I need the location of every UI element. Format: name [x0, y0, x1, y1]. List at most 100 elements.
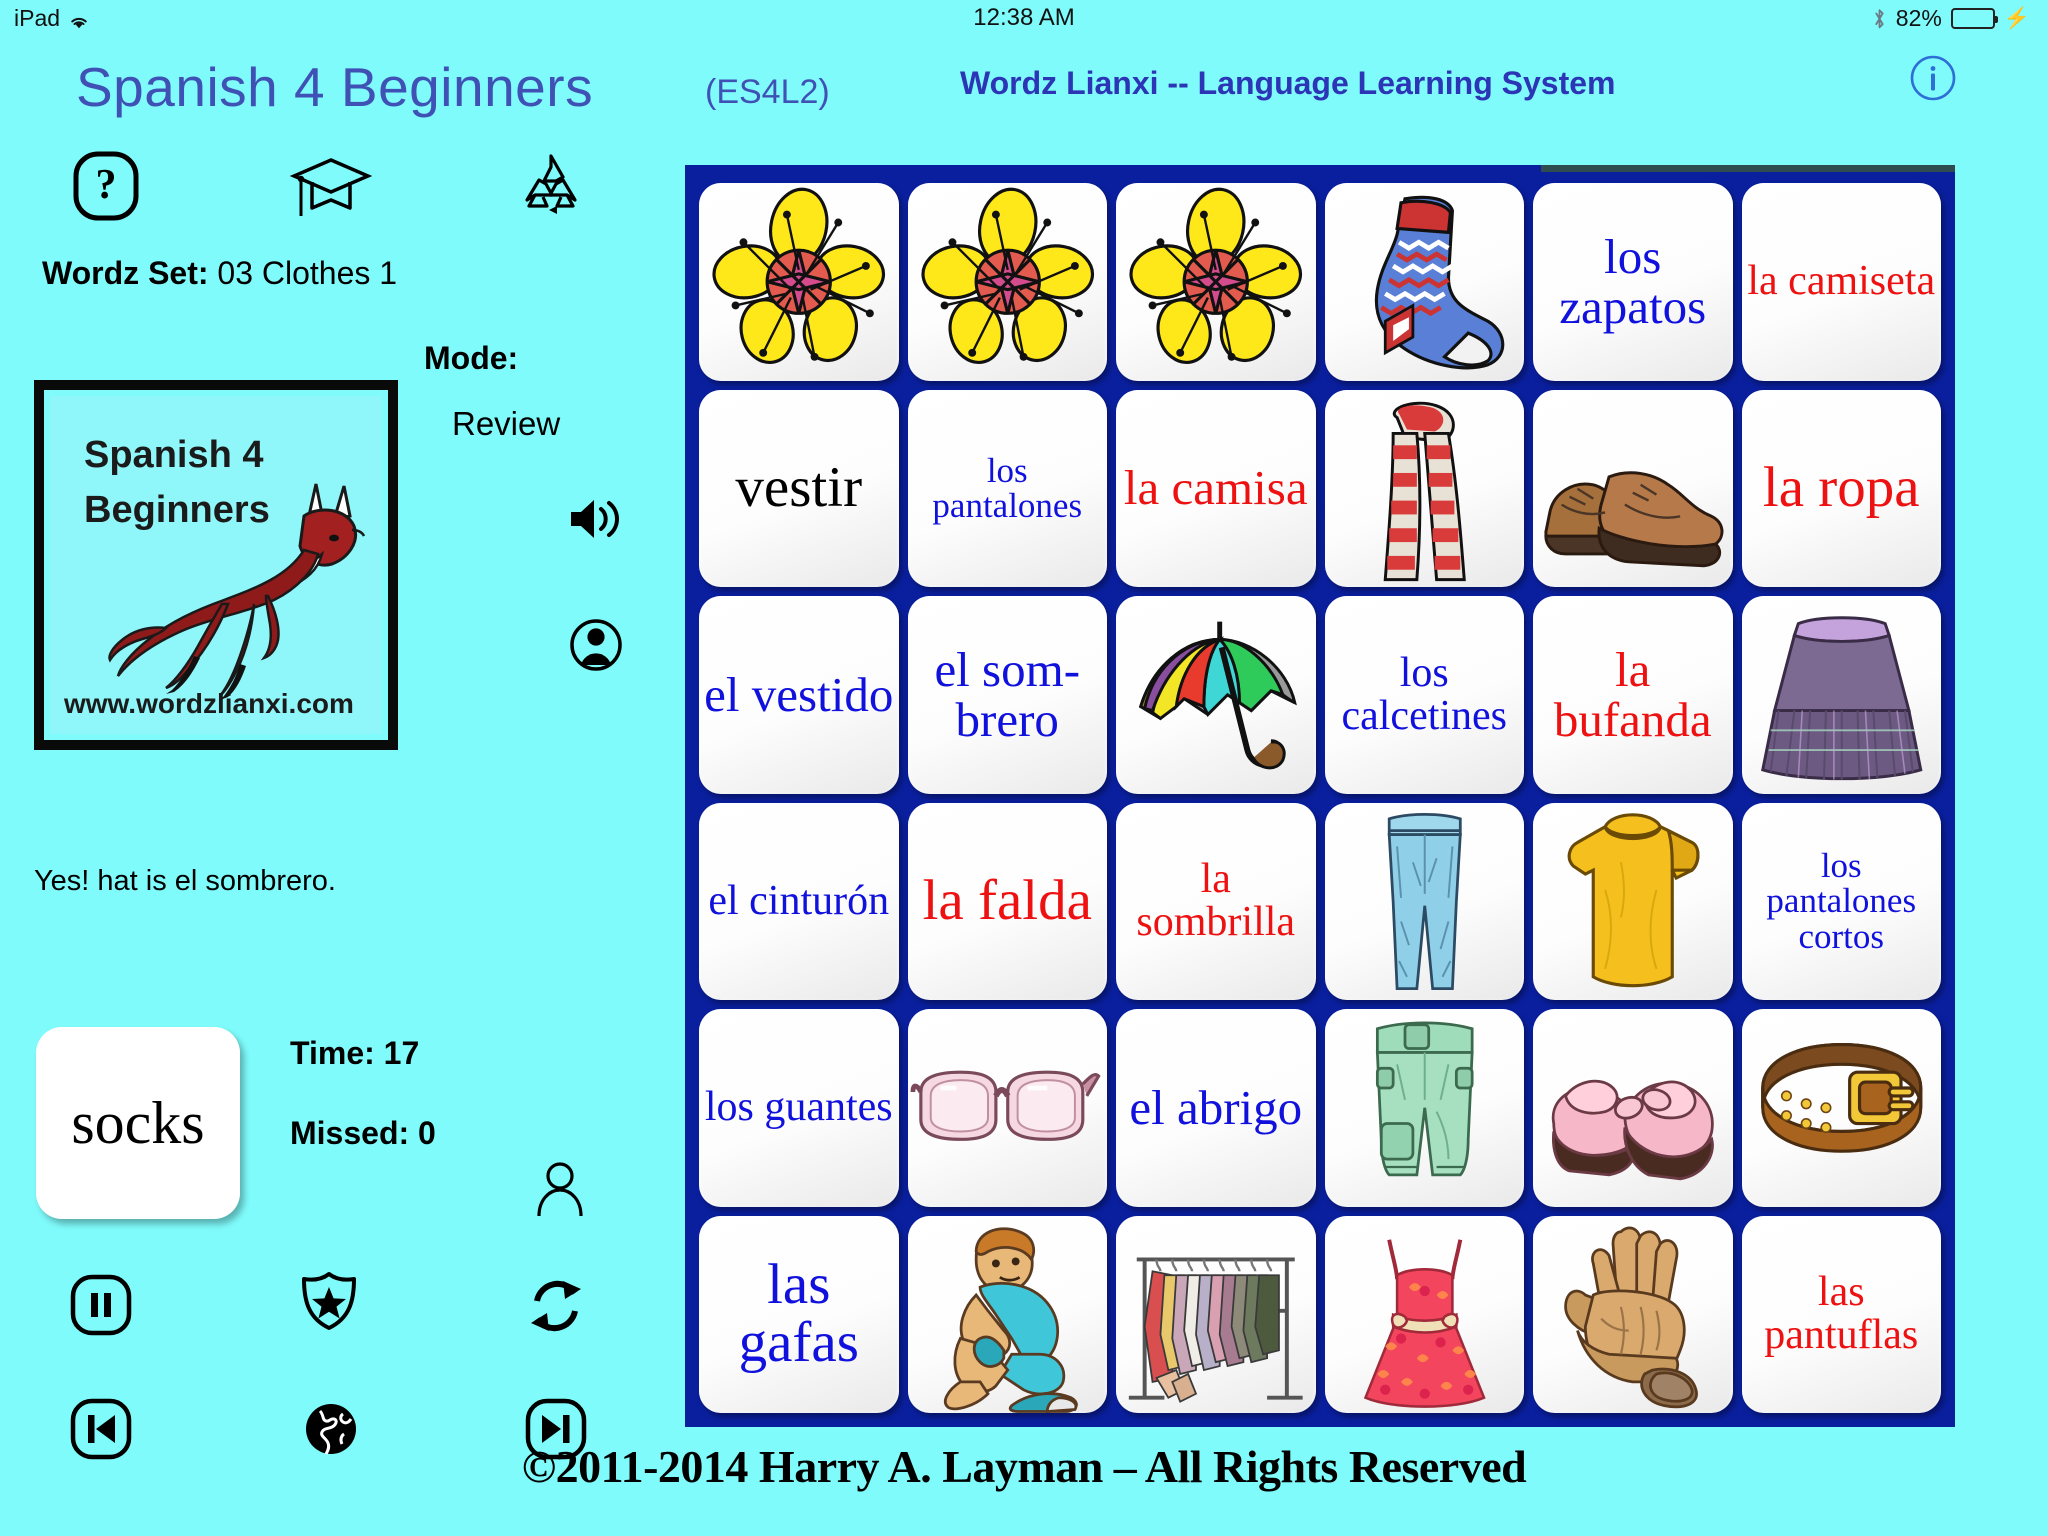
card-word: los pantalones cortos	[1766, 845, 1917, 957]
word-card[interactable]: las gafas	[699, 1215, 899, 1413]
battery-percent: 82%	[1895, 4, 1942, 31]
missed-stat: Missed: 0	[290, 1115, 436, 1151]
wordz-set-value[interactable]: 03 Clothes 1	[217, 255, 397, 291]
pause-button[interactable]	[70, 1274, 132, 1336]
word-card[interactable]: la camisa	[1116, 389, 1316, 587]
picture-card[interactable]	[907, 1215, 1108, 1414]
battery-icon	[1950, 7, 1998, 29]
picture-card[interactable]	[1533, 1009, 1733, 1207]
dress-icon	[1325, 1216, 1525, 1414]
card-word: el vestido	[704, 666, 894, 722]
flower-icon	[1116, 183, 1316, 381]
speaker-icon[interactable]	[565, 490, 623, 548]
picture-card[interactable]	[1324, 1009, 1525, 1207]
picture-card[interactable]	[907, 1009, 1107, 1207]
word-card[interactable]: el cinturón	[699, 802, 899, 1000]
card-word: la ropa	[1762, 456, 1920, 520]
card-word: la falda	[922, 869, 1092, 933]
word-card[interactable]: la camiseta	[1741, 183, 1941, 381]
card-word: los pantalones	[932, 450, 1083, 526]
pants-icon	[1325, 803, 1525, 1001]
picture-card[interactable]	[1324, 802, 1525, 1001]
info-circle-icon[interactable]	[1908, 53, 1958, 103]
word-card[interactable]: la falda	[907, 802, 1107, 1000]
picture-card[interactable]	[1533, 802, 1733, 1001]
word-card[interactable]: la bufanda	[1533, 596, 1733, 794]
picture-card[interactable]	[1116, 183, 1316, 381]
card-word: los zapatos	[1559, 228, 1707, 334]
course-code: (ES4L2)	[705, 73, 830, 111]
card-word: las pantuflas	[1764, 1269, 1919, 1359]
ios-status-bar: iPad 12:38 AM 82% ⚡	[0, 0, 2048, 36]
card-word: la bufanda	[1553, 641, 1712, 747]
picture-card[interactable]	[1324, 183, 1525, 381]
word-card[interactable]: los zapatos	[1533, 183, 1733, 381]
sock-icon	[1325, 183, 1525, 381]
word-card[interactable]: el som- brero	[907, 596, 1107, 794]
system-title: Wordz Lianxi -- Language Learning System	[960, 65, 1616, 101]
copyright-notice: ©2011-2014 Harry A. Layman – All Rights …	[521, 1441, 1527, 1492]
umbrella-icon	[1116, 596, 1316, 794]
picture-card[interactable]	[907, 183, 1108, 381]
person-circle-icon[interactable]	[570, 615, 622, 675]
mode-label: Mode:	[424, 340, 519, 376]
picture-card[interactable]	[1741, 596, 1942, 794]
picture-card[interactable]	[1324, 389, 1525, 588]
help-icon[interactable]: ?	[72, 150, 140, 222]
picture-card[interactable]	[1324, 1215, 1525, 1414]
picture-card[interactable]	[1116, 1215, 1316, 1414]
app-root: iPad 12:38 AM 82% ⚡ Spanish 4 Beginners …	[0, 0, 2048, 1536]
flower-icon	[908, 183, 1108, 381]
word-card[interactable]: los guantes	[699, 1009, 899, 1207]
award-button[interactable]	[298, 1270, 360, 1332]
card-word: el cinturón	[708, 877, 890, 924]
status-right: 82% ⚡	[1872, 5, 2030, 32]
word-card[interactable]: los pantalones cortos	[1741, 802, 1941, 1000]
wordz-set-label: Wordz Set:	[42, 255, 209, 291]
boy-sock-icon	[908, 1216, 1108, 1414]
word-card[interactable]: el vestido	[699, 596, 899, 794]
card-word: las gafas	[738, 1253, 859, 1375]
rack-icon	[1116, 1216, 1316, 1414]
word-card[interactable]: los pantalones	[907, 389, 1107, 587]
word-card[interactable]: las pantuflas	[1741, 1215, 1941, 1413]
leaping-fox-icon	[108, 454, 378, 704]
shorts-icon	[1325, 1009, 1525, 1207]
graduation-cap-icon[interactable]	[289, 150, 373, 222]
mode-value[interactable]: Review	[452, 405, 560, 443]
card-word: los calcetines	[1341, 649, 1508, 739]
game-board: los zapatos la camiseta vestir los pantalon…	[685, 165, 1955, 1427]
time-stat: Time: 17	[290, 1035, 420, 1071]
skirt-icon	[1742, 596, 1942, 794]
gloves-icon	[1533, 1216, 1733, 1414]
person-outline-icon[interactable]	[535, 1160, 585, 1218]
card-word: la camiseta	[1747, 258, 1936, 305]
refresh-button[interactable]	[525, 1275, 587, 1337]
svg-text:?: ?	[96, 162, 117, 208]
picture-card[interactable]	[1533, 389, 1733, 588]
tshirt-icon	[1533, 803, 1733, 1001]
logo-inner: Spanish 4 Beginners www.wordzlianxi.com	[50, 396, 382, 734]
wordz-set-row: Wordz Set: 03 Clothes 1	[42, 255, 397, 292]
word-card[interactable]: la ropa	[1741, 389, 1941, 587]
word-card[interactable]: la sombrilla	[1116, 802, 1316, 1000]
word-card[interactable]: vestir	[699, 389, 899, 587]
board-top-strip	[1541, 165, 1955, 172]
word-card[interactable]: los calcetines	[1324, 596, 1524, 794]
sidebar-icon-row: ?	[0, 150, 660, 230]
picture-card[interactable]	[1116, 596, 1316, 794]
picture-card[interactable]	[699, 183, 899, 381]
picture-card[interactable]	[1741, 1009, 1941, 1207]
prompt-card[interactable]: socks	[36, 1027, 240, 1219]
lightning-bolt-icon: ⚡	[2003, 6, 2030, 30]
word-card[interactable]: el abrigo	[1116, 1009, 1316, 1207]
course-logo: Spanish 4 Beginners www.wordzlianxi.com	[34, 380, 398, 750]
picture-card[interactable]	[1533, 1215, 1733, 1414]
scarf-icon	[1325, 390, 1525, 588]
recycle-icon[interactable]	[513, 150, 589, 222]
slippers-icon	[1533, 1009, 1733, 1207]
shoes-icon	[1533, 390, 1733, 588]
flower-icon	[699, 183, 899, 381]
feedback-message: Yes! hat is el sombrero.	[34, 865, 336, 897]
card-word: los guantes	[704, 1084, 893, 1131]
